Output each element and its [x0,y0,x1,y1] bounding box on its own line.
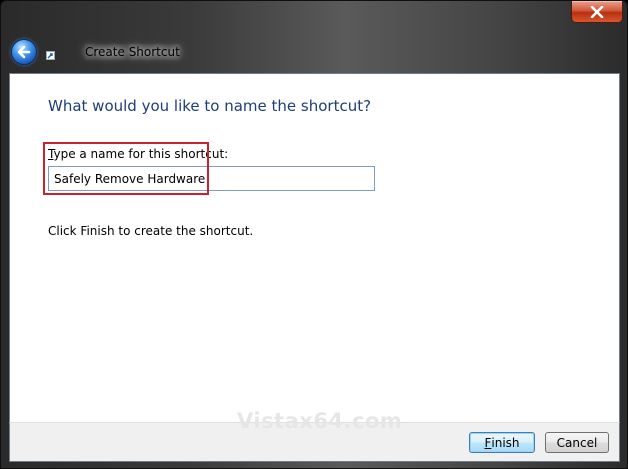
cancel-button[interactable]: Cancel [545,432,609,453]
wizard-content: What would you like to name the shortcut… [9,73,620,423]
finish-access-key: F [484,435,492,450]
finish-button[interactable]: Finish [469,432,535,453]
page-heading: What would you like to name the shortcut… [48,97,372,115]
create-shortcut-window: Create Shortcut What would you like to n… [0,0,628,469]
shortcut-name-input[interactable] [48,166,375,191]
back-arrow-icon [17,45,31,59]
back-button[interactable] [11,39,37,65]
title-bar: Create Shortcut [1,1,627,73]
window-title: Create Shortcut [85,44,180,60]
shortcut-name-label: Type a name for this shortcut: [48,147,228,161]
finish-label: inish [491,435,520,450]
finish-hint-text: Click Finish to create the shortcut. [48,224,254,238]
watermark: Vistax64.com [237,409,403,433]
label-text: ype a name for this shortcut: [53,147,229,161]
close-button[interactable] [571,1,623,23]
shortcut-icon [46,51,55,60]
close-icon [590,5,604,18]
